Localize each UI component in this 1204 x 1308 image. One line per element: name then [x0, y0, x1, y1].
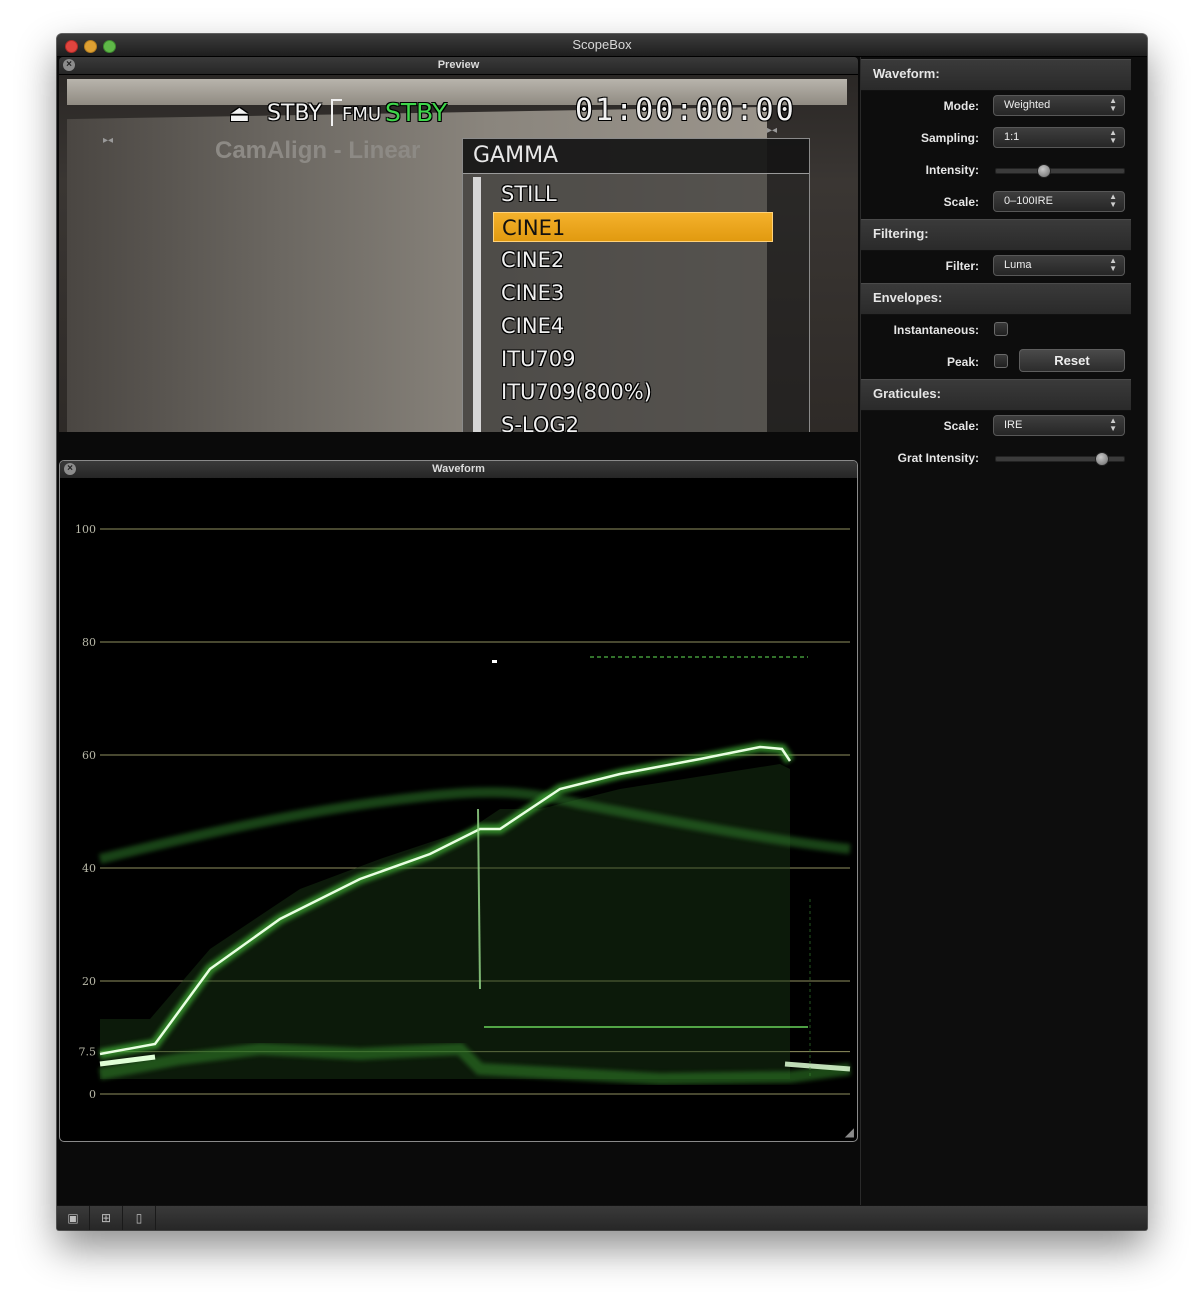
- image-icon[interactable]: ▣: [57, 1206, 90, 1230]
- mode-label: Mode:: [943, 99, 979, 113]
- gamma-menu-title: GAMMA: [473, 143, 559, 168]
- document-icon[interactable]: ▯: [123, 1206, 156, 1230]
- preview-header[interactable]: × Preview: [59, 57, 858, 75]
- grat-intensity-slider[interactable]: [995, 452, 1125, 466]
- peak-label: Peak:: [946, 355, 979, 369]
- title-bar[interactable]: ScopeBox: [57, 34, 1147, 57]
- preview-panel: × Preview ▸◂ ▸◂ ⏏ STBY FMU STBY 01:00:00…: [59, 57, 858, 432]
- graticule-scale-value: IRE: [1004, 419, 1023, 431]
- gamma-item-slog2: S-LOG2: [501, 413, 580, 432]
- filter-popup[interactable]: Luma ▲ ▼: [993, 255, 1125, 276]
- gamma-menu: GAMMA STILL CINE1 CINE2 CINE3 CINE4 ITU7…: [462, 138, 810, 432]
- popup-arrows-icon: ▲ ▼: [1109, 256, 1117, 273]
- graticule-scale-popup[interactable]: IRE ▲ ▼: [993, 415, 1125, 436]
- sampling-popup[interactable]: 1:1 ▲ ▼: [993, 127, 1125, 148]
- gamma-item-cine1: CINE1: [493, 212, 773, 242]
- graticule-label: 7.5: [79, 1046, 97, 1059]
- preview-video: ▸◂ ▸◂ ⏏ STBY FMU STBY 01:00:00:00 CamAli…: [59, 75, 858, 432]
- section-envelopes: Envelopes:: [861, 283, 1131, 315]
- section-filtering-heading: Filtering:: [873, 226, 929, 241]
- reset-button[interactable]: Reset: [1019, 349, 1125, 372]
- gamma-item-cine3: CINE3: [501, 281, 565, 305]
- popup-arrows-icon: ▲ ▼: [1109, 192, 1117, 209]
- intensity-slider[interactable]: [995, 164, 1125, 178]
- graticule-label: 0: [89, 1088, 96, 1101]
- osd-fmu-label: FMU: [342, 104, 382, 125]
- media-icon: ⏏: [229, 102, 250, 127]
- osd-timecode: 01:00:00:00: [575, 93, 796, 128]
- mode-value: Weighted: [1004, 99, 1051, 111]
- preview-title: Preview: [437, 59, 480, 71]
- popup-arrows-icon: ▲ ▼: [1109, 128, 1117, 145]
- instantaneous-checkbox[interactable]: [994, 322, 1008, 336]
- intensity-label: Intensity:: [925, 163, 979, 177]
- gamma-item-still: STILL: [501, 182, 557, 206]
- waveform-scope: 100 80 60 40 20 7.5 0: [75, 523, 851, 1101]
- gamma-scrollbar: [473, 177, 481, 432]
- osd-fmu: FMU: [331, 99, 382, 126]
- marker-left: ▸◂: [103, 135, 114, 146]
- scale-popup[interactable]: 0–100IRE ▲ ▼: [993, 191, 1125, 212]
- scale-label: Scale:: [943, 195, 979, 209]
- gamma-item-itu709-800: ITU709(800%): [501, 380, 652, 404]
- trace-dot: [492, 660, 497, 663]
- scopebox-window: ScopeBox × Preview ▸◂ ▸◂ ⏏ STBY FMU STBY…: [57, 34, 1147, 1230]
- resize-grip-icon[interactable]: ◢: [845, 1125, 854, 1139]
- graticule-label: 100: [75, 523, 96, 536]
- gamma-item-cine4: CINE4: [501, 314, 565, 338]
- section-graticules-heading: Graticules:: [873, 386, 941, 401]
- mode-popup[interactable]: Weighted ▲ ▼: [993, 95, 1125, 116]
- osd-stby-left: STBY: [267, 101, 322, 126]
- bottom-toolbar: ▣ ⊞ ▯: [57, 1205, 1147, 1230]
- graticule-scale-label: Scale:: [943, 419, 979, 433]
- gamma-menu-header: GAMMA: [463, 139, 809, 174]
- sampling-label: Sampling:: [920, 131, 979, 145]
- graticule-label: 20: [82, 975, 96, 988]
- trace-haze: [100, 764, 790, 1079]
- grat-intensity-slider-knob[interactable]: [1094, 452, 1109, 466]
- intensity-slider-knob[interactable]: [1036, 164, 1051, 178]
- instantaneous-label: Instantaneous:: [893, 323, 979, 337]
- graticule-label: 40: [82, 862, 96, 875]
- waveform-title: Waveform: [432, 463, 485, 475]
- osd-stby-right: STBY: [385, 98, 448, 127]
- sampling-value: 1:1: [1004, 131, 1020, 143]
- section-graticules: Graticules:: [861, 379, 1131, 411]
- section-envelopes-heading: Envelopes:: [873, 290, 943, 305]
- scale-value: 0–100IRE: [1004, 195, 1053, 207]
- gamma-item-itu709: ITU709: [501, 347, 576, 371]
- chart-name: CamAlign - Linear: [215, 137, 421, 164]
- popup-arrows-icon: ▲ ▼: [1109, 96, 1117, 113]
- gamma-item-cine2: CINE2: [501, 248, 565, 272]
- waveform-panel: × Waveform 100 80 60 40 20 7.5 0 ◢: [59, 460, 858, 1142]
- waveform-header[interactable]: × Waveform: [60, 461, 857, 479]
- graticule-label: 80: [82, 636, 96, 649]
- inspector-panel: Waveform: Mode: Weighted ▲ ▼ Sampling: 1:…: [860, 57, 1147, 1205]
- grat-intensity-label: Grat Intensity:: [897, 451, 979, 465]
- peak-checkbox[interactable]: [994, 354, 1008, 368]
- popup-arrows-icon: ▲ ▼: [1109, 416, 1117, 433]
- filter-label: Filter:: [945, 259, 979, 273]
- window-title: ScopeBox: [572, 37, 632, 52]
- section-waveform: Waveform:: [861, 59, 1131, 91]
- section-filtering: Filtering:: [861, 219, 1131, 251]
- grid-icon[interactable]: ⊞: [90, 1206, 123, 1230]
- filter-value: Luma: [1004, 259, 1032, 271]
- section-waveform-heading: Waveform:: [873, 66, 940, 81]
- graticule-label: 60: [82, 749, 96, 762]
